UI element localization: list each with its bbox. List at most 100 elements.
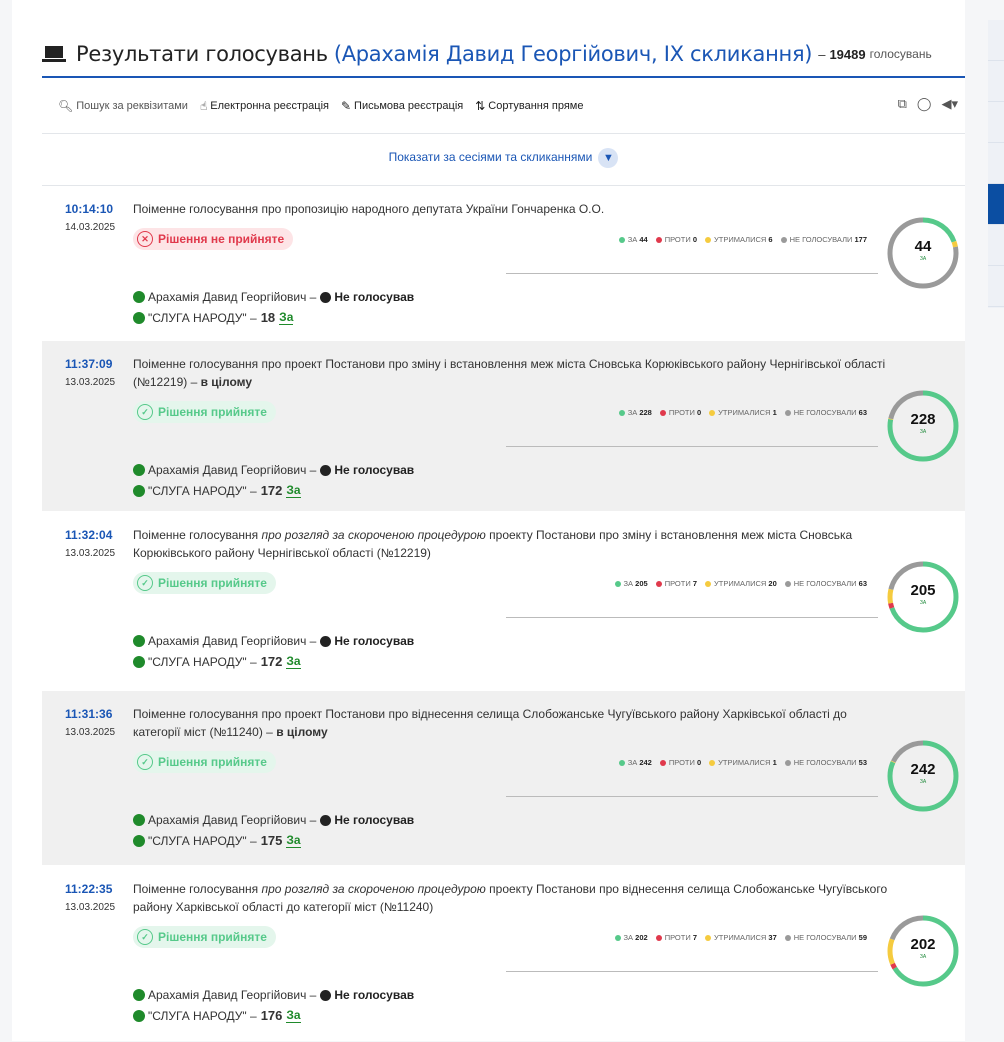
status-text: Рішення прийняте [158, 576, 267, 590]
sidebar-segment[interactable] [988, 143, 1004, 184]
description-part: про розгляд за скороченою процедурою [261, 528, 486, 542]
vote-time-link[interactable]: 10:14:10 [65, 202, 113, 216]
legend-value-ne: 59 [858, 933, 867, 942]
show-by-sessions-toggle[interactable]: Показати за сесіями та скликаннями ▼ [42, 148, 965, 168]
donut-label: ЗА [919, 779, 927, 785]
page-title: Результати голосувань [76, 42, 328, 66]
vote-time-link[interactable]: 11:31:36 [65, 707, 112, 721]
page-subtitle-link[interactable]: (Арахамія Давид Георгійович, IX скликанн… [334, 42, 813, 66]
legend-proty: ПРОТИ 7 [655, 933, 697, 942]
summary-divider [506, 617, 878, 618]
vote-description-link[interactable]: Поіменне голосування про розгляд за скор… [133, 880, 893, 916]
legend-value-ne: 63 [858, 408, 867, 417]
legend-dot-ne [784, 410, 791, 417]
decision-status-badge: ✓ Рішення прийняте [133, 572, 276, 594]
legend-dot-proty [659, 410, 666, 417]
search-requisites-button[interactable]: 🔍︎ Пошук за реквізитами [58, 99, 188, 113]
donut-label: ЗА [919, 954, 927, 960]
faction-name-link[interactable]: "СЛУГА НАРОДУ" – [148, 1009, 257, 1023]
vote-description-link[interactable]: Поіменне голосування про проект Постанов… [133, 705, 893, 741]
share-icon[interactable]: ◀▾ [941, 96, 958, 112]
deputy-name-link[interactable]: Арахамія Давид Георгійович – [148, 463, 316, 477]
donut-value: 242 [910, 761, 936, 778]
window-icon[interactable]: ⧉ [898, 96, 907, 112]
deputy-vote-result: Не голосував [334, 290, 415, 304]
summary-divider [506, 796, 878, 797]
vote-legend: ЗА 242 ПРОТИ 0 УТРИМАЛИСЯ 1 НЕ ГОЛОСУВАЛИ 5… [618, 758, 867, 767]
header-divider [42, 76, 965, 78]
legend-proty: ПРОТИ 0 [659, 758, 702, 767]
legend-za: ЗА 202 [614, 933, 648, 942]
legend-label-ne: НЕ ГОЛОСУВАЛИ [793, 933, 857, 942]
legend-dot-za [618, 410, 625, 417]
legend-dot-za [618, 237, 625, 244]
right-sidebar [988, 20, 1004, 308]
electronic-registration-button[interactable]: ☝︎ Електронна реєстрація [200, 99, 329, 113]
sidebar-segment[interactable] [988, 102, 1004, 143]
chevron-down-icon[interactable]: ▼ [598, 148, 619, 168]
black-dot-icon [320, 464, 332, 476]
legend-value-utrym: 1 [772, 408, 777, 417]
vote-time-link[interactable]: 11:22:35 [65, 882, 112, 896]
faction-name-link[interactable]: "СЛУГА НАРОДУ" – [148, 655, 257, 669]
faction-name-link[interactable]: "СЛУГА НАРОДУ" – [148, 311, 257, 325]
legend-ne: НЕ ГОЛОСУВАЛИ 63 [784, 408, 867, 417]
legend-value-proty: 0 [692, 235, 697, 244]
legend-dot-utrym [709, 760, 716, 767]
vote-time-link[interactable]: 11:37:09 [65, 357, 112, 371]
vote-description-link[interactable]: Поіменне голосування про пропозицію наро… [133, 200, 893, 218]
status-text: Рішення прийняте [158, 405, 267, 419]
sidebar-segment[interactable] [988, 20, 1004, 61]
faction-vote-link[interactable]: За [279, 310, 294, 325]
sidebar-segment[interactable] [988, 61, 1004, 102]
legend-value-za: 242 [639, 758, 652, 767]
sidebar-segment-active[interactable] [988, 184, 1004, 225]
vote-date: 13.03.2025 [65, 727, 116, 738]
faction-vote-link[interactable]: За [286, 483, 301, 498]
legend-label-utrym: УТРИМАЛИСЯ [718, 758, 771, 767]
faction-name-link[interactable]: "СЛУГА НАРОДУ" – [148, 484, 257, 498]
written-registration-button[interactable]: ✎ Письмова реєстрація [341, 99, 463, 113]
faction-count: 172 [260, 483, 283, 498]
vote-description-link[interactable]: Поіменне голосування про проект Постанов… [133, 355, 893, 391]
deputy-name-link[interactable]: Арахамія Давид Георгійович – [148, 290, 316, 304]
legend-dot-utrym [705, 935, 711, 942]
deputy-name-link[interactable]: Арахамія Давид Георгійович – [148, 813, 316, 827]
vote-item: 11:31:36 13.03.2025 Поіменне голосування п… [42, 691, 965, 865]
legend-utrym: УТРИМАЛИСЯ 1 [709, 758, 777, 767]
faction-vote-link[interactable]: За [286, 1008, 301, 1023]
faction-name-link[interactable]: "СЛУГА НАРОДУ" – [148, 834, 257, 848]
legend-value-za: 205 [635, 579, 648, 588]
deputy-name-link[interactable]: Арахамія Давид Георгійович – [148, 634, 316, 648]
deputy-vote-result: Не голосував [334, 634, 415, 648]
deputy-vote-result: Не голосував [334, 988, 415, 1002]
faction-count: 172 [260, 654, 283, 669]
sidebar-segment[interactable] [988, 225, 1004, 266]
decision-status-badge: ✓ Рішення прийняте [133, 926, 276, 948]
vote-date: 13.03.2025 [65, 548, 116, 559]
faction-vote-row: "СЛУГА НАРОДУ" –175 За [133, 833, 301, 848]
legend-dot-ne [784, 760, 791, 767]
legend-dot-za [614, 581, 621, 588]
vote-time-link[interactable]: 11:32:04 [65, 528, 112, 542]
faction-vote-link[interactable]: За [286, 654, 301, 669]
legend-value-ne: 177 [854, 235, 867, 244]
sort-button[interactable]: ⇅ Сортування пряме [475, 99, 583, 113]
legend-label-ne: НЕ ГОЛОСУВАЛИ [793, 758, 857, 767]
legend-utrym: УТРИМАЛИСЯ 37 [705, 933, 777, 942]
faction-vote-row: "СЛУГА НАРОДУ" –172 За [133, 654, 301, 669]
vote-count-unit: голосувань [869, 47, 932, 61]
vote-donut-chart: 228 ЗА [886, 389, 960, 463]
green-dot-icon [133, 311, 145, 324]
deputy-name-link[interactable]: Арахамія Давид Георгійович – [148, 988, 316, 1002]
legend-label-utrym: УТРИМАЛИСЯ [714, 579, 767, 588]
check-circle-icon: ✓ [137, 929, 153, 945]
legend-dot-proty [655, 935, 662, 942]
legend-value-proty: 0 [697, 758, 702, 767]
vote-description-link[interactable]: Поіменне голосування про розгляд за скор… [133, 526, 893, 562]
vote-legend: ЗА 228 ПРОТИ 0 УТРИМАЛИСЯ 1 НЕ ГОЛОСУВАЛИ 6… [618, 408, 867, 417]
settings-circle-icon[interactable]: ◯ [917, 96, 932, 112]
legend-za: ЗА 242 [618, 758, 652, 767]
sidebar-segment[interactable] [988, 266, 1004, 307]
faction-vote-link[interactable]: За [286, 833, 301, 848]
